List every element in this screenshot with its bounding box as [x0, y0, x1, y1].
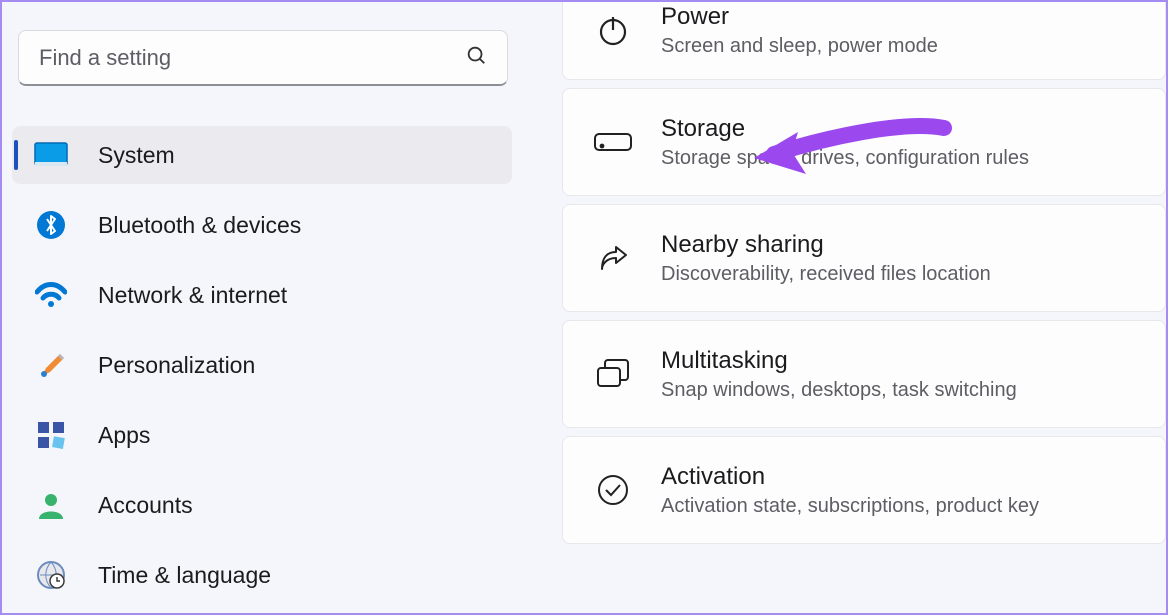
search-box[interactable]: [18, 30, 508, 86]
main-content: Power Screen and sleep, power mode Stora…: [522, 2, 1166, 613]
card-title: Nearby sharing: [661, 231, 1137, 259]
card-text: Nearby sharing Discoverability, received…: [661, 231, 1137, 286]
sidebar-item-bluetooth[interactable]: Bluetooth & devices: [12, 196, 512, 254]
system-icon: [34, 138, 68, 172]
activation-icon: [591, 468, 635, 512]
clock-globe-icon: [34, 558, 68, 592]
card-activation[interactable]: Activation Activation state, subscriptio…: [562, 436, 1166, 544]
card-sub: Storage space, drives, configuration rul…: [661, 147, 1137, 170]
card-nearby-sharing[interactable]: Nearby sharing Discoverability, received…: [562, 204, 1166, 312]
share-icon: [591, 236, 635, 280]
sidebar-item-label: Bluetooth & devices: [98, 212, 301, 239]
sidebar-item-apps[interactable]: Apps: [12, 406, 512, 464]
card-sub: Screen and sleep, power mode: [661, 35, 1137, 58]
card-power[interactable]: Power Screen and sleep, power mode: [562, 2, 1166, 80]
search-input[interactable]: [39, 45, 465, 71]
card-title: Multitasking: [661, 347, 1137, 375]
sidebar-item-label: Accounts: [98, 492, 193, 519]
sidebar: System Bluetooth & devices: [2, 2, 522, 613]
sidebar-item-time-language[interactable]: Time & language: [12, 546, 512, 604]
power-icon: [591, 9, 635, 53]
apps-icon: [34, 418, 68, 452]
sidebar-nav: System Bluetooth & devices: [12, 126, 512, 604]
sidebar-item-personalization[interactable]: Personalization: [12, 336, 512, 394]
sidebar-item-accounts[interactable]: Accounts: [12, 476, 512, 534]
card-sub: Discoverability, received files location: [661, 263, 1137, 286]
card-storage[interactable]: Storage Storage space, drives, configura…: [562, 88, 1166, 196]
paintbrush-icon: [34, 348, 68, 382]
sidebar-item-label: Personalization: [98, 352, 255, 379]
card-title: Power: [661, 3, 1137, 31]
storage-icon: [591, 120, 635, 164]
card-title: Activation: [661, 463, 1137, 491]
card-text: Activation Activation state, subscriptio…: [661, 463, 1137, 518]
card-multitasking[interactable]: Multitasking Snap windows, desktops, tas…: [562, 320, 1166, 428]
card-text: Power Screen and sleep, power mode: [661, 3, 1137, 58]
wifi-icon: [34, 278, 68, 312]
bluetooth-icon: [34, 208, 68, 242]
card-title: Storage: [661, 115, 1137, 143]
sidebar-item-system[interactable]: System: [12, 126, 512, 184]
card-sub: Snap windows, desktops, task switching: [661, 379, 1137, 402]
multitasking-icon: [591, 352, 635, 396]
card-text: Multitasking Snap windows, desktops, tas…: [661, 347, 1137, 402]
sidebar-item-label: Time & language: [98, 562, 271, 589]
card-text: Storage Storage space, drives, configura…: [661, 115, 1137, 170]
search-icon: [465, 44, 487, 71]
sidebar-item-network[interactable]: Network & internet: [12, 266, 512, 324]
accounts-icon: [34, 488, 68, 522]
sidebar-item-label: Network & internet: [98, 282, 287, 309]
sidebar-item-label: Apps: [98, 422, 150, 449]
card-sub: Activation state, subscriptions, product…: [661, 495, 1137, 518]
sidebar-item-label: System: [98, 142, 175, 169]
